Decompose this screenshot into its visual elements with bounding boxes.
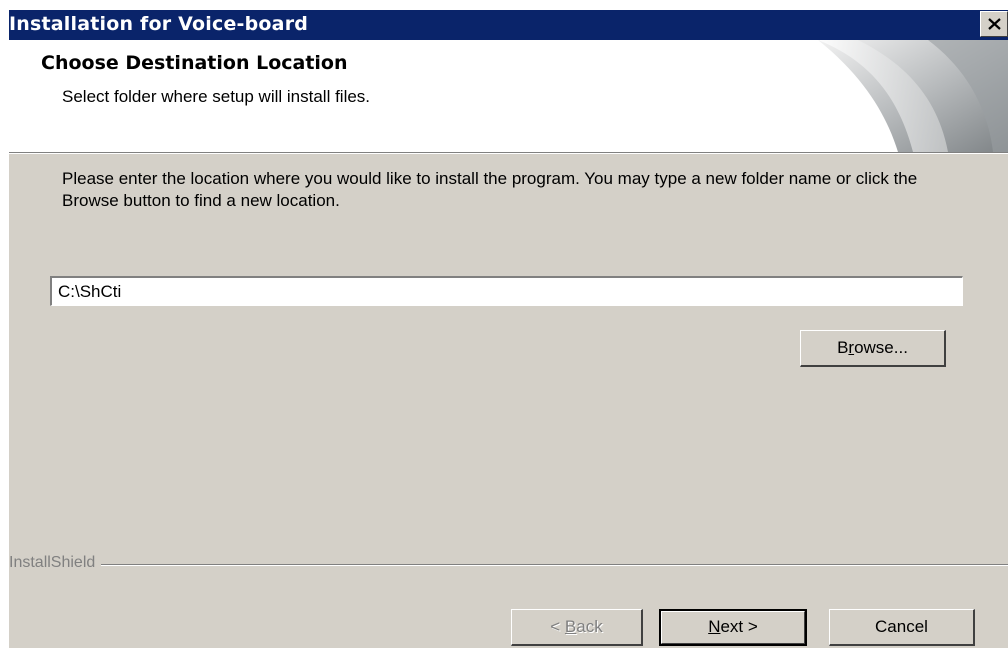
header-panel: Choose Destination Location Select folde… — [9, 40, 1008, 153]
back-label-key: B — [564, 617, 577, 636]
cancel-button[interactable]: Cancel — [829, 609, 975, 646]
browse-label-post: owse... — [854, 338, 908, 357]
close-icon — [988, 18, 1001, 30]
back-button[interactable]: < Back — [511, 609, 643, 646]
destination-folder-input[interactable] — [50, 276, 963, 306]
footer-divider — [9, 564, 1008, 566]
next-button[interactable]: Next > — [659, 609, 807, 646]
title-bar[interactable]: Installation for Voice-board — [9, 10, 1008, 40]
installer-dialog: Installation for Voice-board Choose Dest… — [9, 10, 1008, 648]
instructions-text: Please enter the location where you woul… — [62, 169, 918, 210]
next-label-key: N — [708, 617, 721, 636]
window-title: Installation for Voice-board — [9, 13, 309, 35]
close-button[interactable] — [980, 11, 1008, 37]
next-button-face: Next > — [661, 611, 805, 644]
page-subtitle: Select folder where setup will install f… — [62, 87, 371, 106]
installshield-page-curl-icon — [818, 40, 1008, 152]
back-label-post: ack — [576, 617, 603, 636]
page-title: Choose Destination Location — [41, 52, 348, 74]
installshield-brand: InstallShield — [9, 554, 102, 572]
next-label-post: ext > — [720, 617, 758, 636]
browse-button[interactable]: Browse... — [800, 330, 946, 367]
back-label-pre: < — [550, 617, 565, 636]
header-divider — [9, 153, 1008, 154]
browse-label-pre: B — [837, 338, 849, 357]
